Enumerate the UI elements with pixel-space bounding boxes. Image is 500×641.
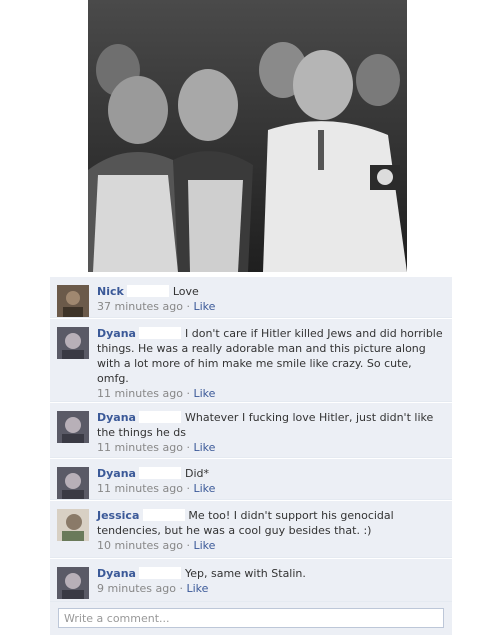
avatar[interactable] (57, 567, 89, 599)
commenter-name[interactable]: Dyana (97, 467, 136, 480)
avatar-image (57, 327, 89, 359)
redaction-block (139, 411, 182, 423)
comment-time[interactable]: 9 minutes ago (97, 582, 176, 595)
comment-time[interactable]: 11 minutes ago (97, 387, 183, 400)
comment-item: Dyana Yep, same with Stalin. 9 minutes a… (50, 558, 452, 602)
photo-image (88, 0, 407, 272)
comment-time[interactable]: 37 minutes ago (97, 300, 183, 313)
separator: · (186, 387, 190, 400)
like-link[interactable]: Like (193, 387, 215, 400)
avatar-image (57, 467, 89, 499)
comment-text: Did* (184, 467, 209, 480)
separator: · (179, 582, 183, 595)
avatar[interactable] (57, 509, 89, 541)
like-link[interactable]: Like (193, 539, 215, 552)
comment-item: Dyana Did* 11 minutes ago · Like (50, 458, 452, 500)
like-link[interactable]: Like (186, 582, 208, 595)
comment-time[interactable]: 10 minutes ago (97, 539, 183, 552)
comment-time[interactable]: 11 minutes ago (97, 441, 183, 454)
like-link[interactable]: Like (193, 482, 215, 495)
redaction-block (139, 467, 182, 479)
comment-item: Jessica Me too! I didn't support his gen… (50, 500, 452, 558)
like-link[interactable]: Like (193, 441, 215, 454)
post-photo[interactable] (88, 0, 407, 272)
avatar[interactable] (57, 411, 89, 443)
separator: · (186, 300, 190, 313)
commenter-name[interactable]: Jessica (97, 509, 139, 522)
separator: · (186, 482, 190, 495)
comment-item: Nick Love 37 minutes ago · Like (50, 276, 452, 318)
avatar-image (57, 285, 89, 317)
redaction-block (139, 567, 182, 579)
avatar-image (57, 567, 89, 599)
comment-text: Me too! I didn't support his genocidal t… (97, 509, 394, 537)
avatar-image (57, 509, 89, 541)
comment-text: Love (172, 285, 199, 298)
avatar-image (57, 411, 89, 443)
like-link[interactable]: Like (193, 300, 215, 313)
comment-text: Yep, same with Stalin. (184, 567, 306, 580)
separator: · (186, 539, 190, 552)
commenter-name[interactable]: Dyana (97, 327, 136, 340)
comment-item: Dyana Whatever I fucking love Hitler, ju… (50, 402, 452, 458)
comments-section: Nick Love 37 minutes ago · Like Dyana I … (50, 276, 452, 635)
separator: · (186, 441, 190, 454)
redaction-block (127, 285, 170, 297)
commenter-name[interactable]: Dyana (97, 411, 136, 424)
avatar[interactable] (57, 467, 89, 499)
redaction-block (139, 327, 182, 339)
commenter-name[interactable]: Dyana (97, 567, 136, 580)
commenter-name[interactable]: Nick (97, 285, 124, 298)
avatar[interactable] (57, 285, 89, 317)
comment-item: Dyana I don't care if Hitler killed Jews… (50, 318, 452, 402)
redaction-block (142, 509, 185, 521)
avatar[interactable] (57, 327, 89, 359)
write-comment-input[interactable]: Write a comment... (58, 608, 444, 628)
comment-time[interactable]: 11 minutes ago (97, 482, 183, 495)
